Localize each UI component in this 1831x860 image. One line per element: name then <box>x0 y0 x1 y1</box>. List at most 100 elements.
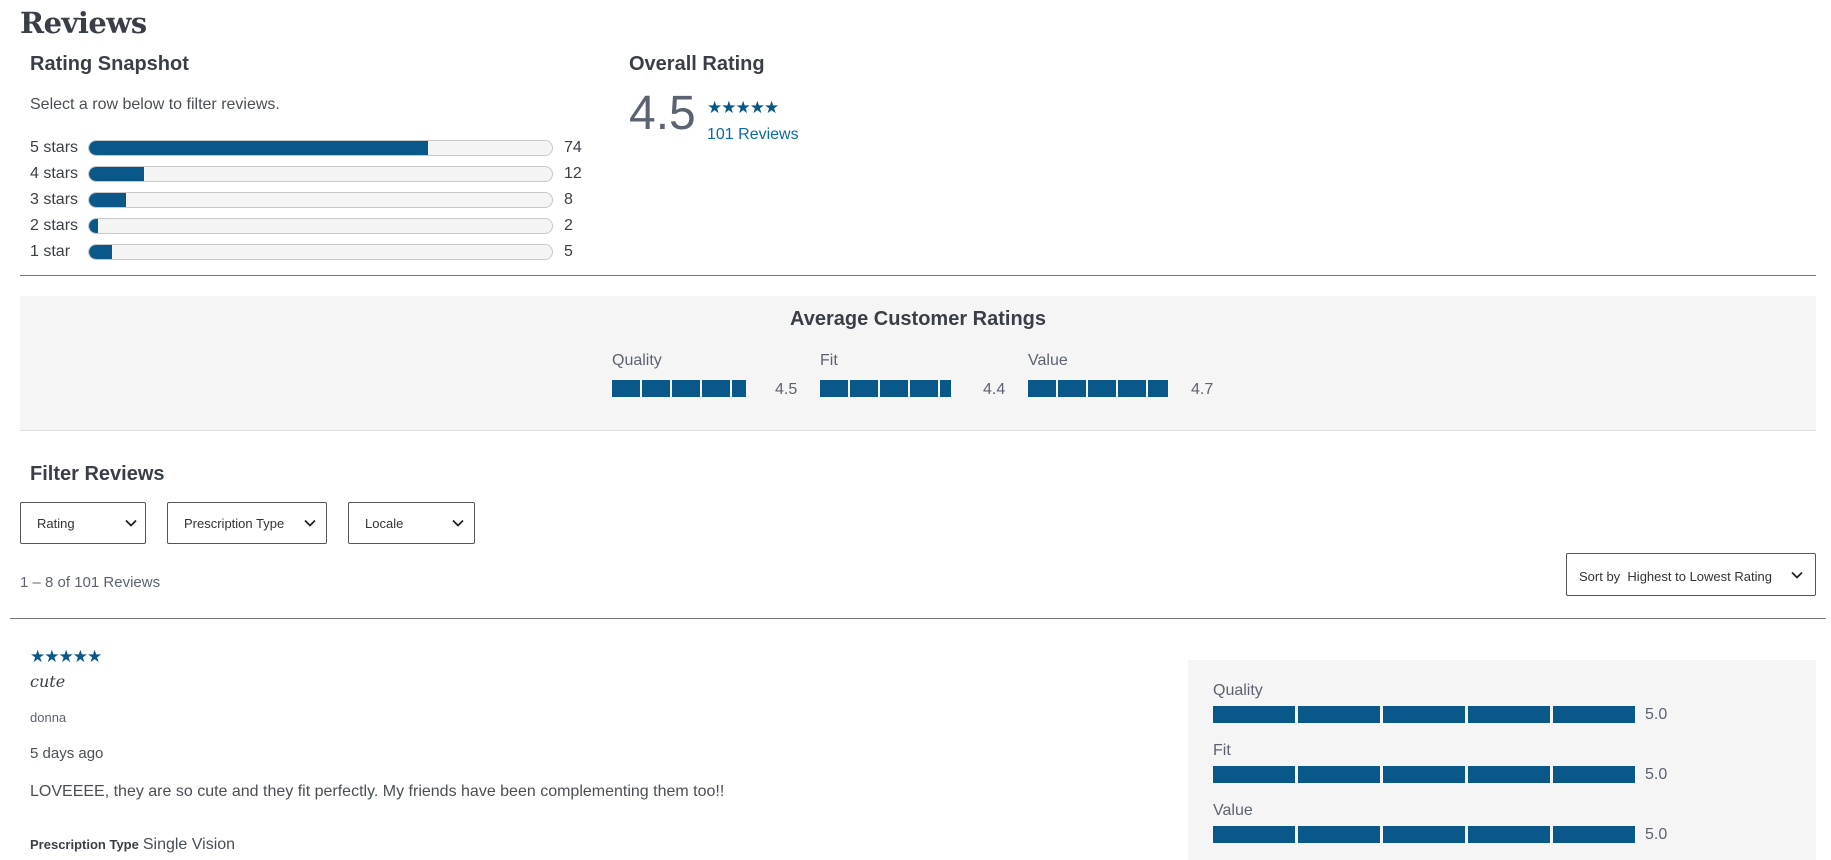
histogram-count: 5 <box>564 243 573 260</box>
average-rating-label: Quality <box>612 352 662 369</box>
average-rating-bar <box>612 380 748 397</box>
overall-review-count-link[interactable]: 101 Reviews <box>707 126 799 144</box>
review-rating-label: Value <box>1213 802 1253 819</box>
rating-segment <box>612 380 640 397</box>
average-rating-value: 4.5 <box>775 381 798 398</box>
sort-prefix: Sort by <box>1579 569 1621 584</box>
rating-segment <box>1468 766 1550 783</box>
results-count: 1 – 8 of 101 Reviews <box>20 574 161 591</box>
rating-segment <box>1298 766 1380 783</box>
histogram-fill <box>89 245 113 259</box>
review-date: 5 days ago <box>30 745 104 762</box>
rating-filter-dropdown[interactable]: Rating <box>20 502 146 544</box>
overall-rating-title: Overall Rating <box>629 53 765 75</box>
average-ratings-panel: Average Customer Ratings Quality 4.5 Fit… <box>20 296 1816 431</box>
review-author: donna <box>30 710 67 725</box>
rating-segment <box>1468 706 1550 723</box>
chevron-down-icon <box>304 519 316 527</box>
average-rating-label: Value <box>1028 352 1068 369</box>
prescription-type-label: Prescription Type <box>30 837 139 852</box>
average-rating-fit: Fit 4.4 <box>820 352 1005 398</box>
review-rating-value: 5.0 <box>1645 826 1668 843</box>
histogram-row-2-stars[interactable]: 2 stars 2 <box>30 215 590 237</box>
rating-segment <box>1058 380 1086 397</box>
review-rating-label: Fit <box>1213 742 1231 759</box>
rating-segment <box>880 380 908 397</box>
rating-segment <box>1148 380 1168 397</box>
review-rating-fit: Fit 5.0 <box>1213 742 1667 783</box>
review-rating-value-item: Value 5.0 <box>1213 802 1667 843</box>
rating-segment <box>910 380 938 397</box>
rating-segment <box>1118 380 1146 397</box>
rating-segment <box>1553 706 1635 723</box>
average-ratings-title: Average Customer Ratings <box>790 308 1046 330</box>
review-rating-label: Quality <box>1213 682 1263 699</box>
dropdown-label: Locale <box>365 516 404 531</box>
page-title: Reviews <box>20 6 147 40</box>
chevron-down-icon <box>452 519 464 527</box>
histogram-track <box>88 244 553 260</box>
rating-segment <box>702 380 730 397</box>
chevron-down-icon <box>125 519 137 527</box>
histogram-track <box>88 218 553 234</box>
review-rating-bar <box>1213 766 1638 783</box>
histogram-label: 4 stars <box>30 165 79 182</box>
section-divider <box>20 275 1816 276</box>
histogram-count: 2 <box>564 217 573 234</box>
histogram-track <box>88 166 553 182</box>
histogram-label: 1 star <box>30 243 71 260</box>
sort-dropdown[interactable]: Sort by Highest to Lowest Rating <box>1566 553 1816 596</box>
chevron-down-icon <box>1791 571 1803 579</box>
sort-value: Highest to Lowest Rating <box>1627 569 1772 584</box>
review-rating-value: 5.0 <box>1645 766 1668 783</box>
review-rating-quality: Quality 5.0 <box>1213 682 1667 723</box>
section-divider <box>10 618 1826 619</box>
histogram-row-1-star[interactable]: 1 star 5 <box>30 241 590 263</box>
dropdown-label: Prescription Type <box>184 516 285 531</box>
filter-reviews-title: Filter Reviews <box>30 463 165 485</box>
rating-snapshot-hint: Select a row below to filter reviews. <box>30 96 280 113</box>
locale-filter-dropdown[interactable]: Locale <box>348 502 475 544</box>
prescription-type-filter-dropdown[interactable]: Prescription Type <box>167 502 327 544</box>
rating-segment <box>1028 380 1056 397</box>
rating-segment <box>1383 766 1465 783</box>
rating-segment <box>1298 826 1380 843</box>
average-rating-value: 4.4 <box>983 381 1006 398</box>
review-rating-bar <box>1213 826 1638 843</box>
overall-rating-value: 4.5 <box>629 87 696 140</box>
histogram-fill <box>89 141 429 155</box>
rating-snapshot-title: Rating Snapshot <box>30 53 189 75</box>
histogram-row-5-stars[interactable]: 5 stars 74 <box>30 137 590 159</box>
review-prescription-type: Prescription Type Single Vision <box>30 836 235 854</box>
rating-segment <box>1383 706 1465 723</box>
histogram-row-4-stars[interactable]: 4 stars 12 <box>30 163 590 185</box>
histogram-fill <box>89 167 145 181</box>
rating-segment <box>940 380 951 397</box>
dropdown-label: Rating <box>37 516 75 531</box>
rating-segment <box>1213 826 1295 843</box>
histogram-label: 2 stars <box>30 217 79 234</box>
rating-segment <box>1213 766 1295 783</box>
histogram-track <box>88 192 553 208</box>
average-rating-value-item: Value 4.7 <box>1028 352 1213 398</box>
rating-segment <box>1468 826 1550 843</box>
rating-segment <box>642 380 670 397</box>
rating-segment <box>1213 706 1295 723</box>
histogram-fill <box>89 219 99 233</box>
average-rating-label: Fit <box>820 352 838 369</box>
histogram-row-3-stars[interactable]: 3 stars 8 <box>30 189 590 211</box>
prescription-type-value: Single Vision <box>142 836 236 853</box>
histogram-label: 3 stars <box>30 191 79 208</box>
histogram-count: 74 <box>564 139 582 156</box>
histogram-track <box>88 140 553 156</box>
histogram-fill <box>89 193 126 207</box>
review-body: LOVEEEE, they are so cute and they fit p… <box>30 783 725 800</box>
rating-segment <box>850 380 878 397</box>
review-title: cute <box>30 672 66 691</box>
rating-segment <box>1553 766 1635 783</box>
average-rating-bar <box>820 380 953 397</box>
histogram-count: 12 <box>564 165 582 182</box>
rating-segment <box>820 380 848 397</box>
histogram-count: 8 <box>564 191 573 208</box>
rating-segment <box>1383 826 1465 843</box>
